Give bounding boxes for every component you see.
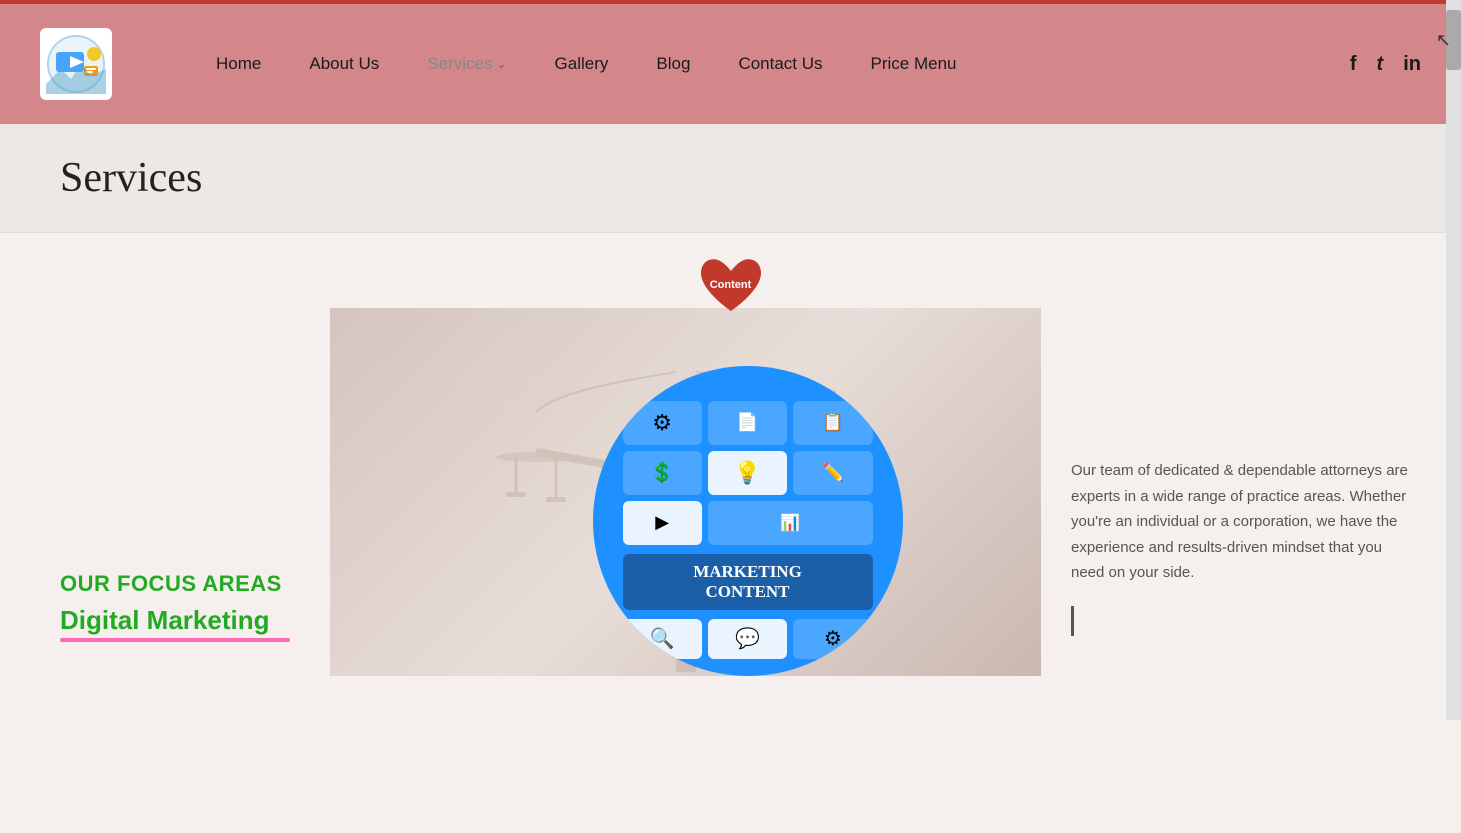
- scrollbar-thumb[interactable]: [1446, 10, 1461, 70]
- center-image-area: ⚙ 📄 📋 💲 💡: [330, 308, 1041, 676]
- header: Home About Us Services ⌄ Gallery Blog Co…: [0, 4, 1461, 124]
- page-title-section: Services: [0, 124, 1461, 233]
- page-title: Services: [60, 154, 1401, 202]
- nav-about[interactable]: About Us: [285, 54, 403, 74]
- marketing-title: MARKETINGCONTENT: [623, 554, 873, 610]
- heart-badge: Content: [696, 253, 766, 318]
- scrollbar[interactable]: [1446, 0, 1461, 720]
- marketing-circle: ⚙ 📄 📋 💲 💡: [593, 366, 903, 676]
- left-panel: OUR FOCUS AREAS Digital Marketing: [0, 308, 330, 676]
- nav-services[interactable]: Services ⌄: [403, 54, 530, 74]
- linkedin-icon[interactable]: in: [1403, 53, 1421, 76]
- heart-badge-container: Content: [0, 233, 1461, 318]
- mc-icon-doc2: 📋: [793, 401, 872, 445]
- nav-blog[interactable]: Blog: [632, 54, 714, 74]
- focus-areas-label: OUR FOCUS AREAS: [60, 571, 290, 597]
- content-area: Content OUR FOCUS AREAS Digital Marketin…: [0, 233, 1461, 833]
- nav-price[interactable]: Price Menu: [847, 54, 981, 74]
- main-content: OUR FOCUS AREAS Digital Marketing: [0, 308, 1461, 676]
- mc-icon-dollar: 💲: [623, 451, 702, 495]
- text-cursor: [1071, 606, 1074, 636]
- nav-contact[interactable]: Contact Us: [714, 54, 846, 74]
- twitter-icon[interactable]: t: [1377, 53, 1384, 76]
- mc-icon-play: ▶: [623, 501, 702, 545]
- mc-icon-gear: ⚙: [623, 401, 702, 445]
- nav-gallery[interactable]: Gallery: [531, 54, 633, 74]
- logo-image: [40, 28, 112, 100]
- social-icons: f t in: [1350, 53, 1421, 76]
- right-description: Our team of dedicated & dependable attor…: [1071, 458, 1411, 586]
- mc-icon-speech: 💬: [708, 619, 787, 659]
- facebook-icon[interactable]: f: [1350, 53, 1357, 76]
- mc-icon-doc: 📄: [708, 401, 787, 445]
- mc-icon-charts: 📊: [708, 501, 873, 545]
- services-chevron-icon: ⌄: [496, 57, 506, 71]
- mc-icon-search: 🔍: [623, 619, 702, 659]
- nav-home[interactable]: Home: [192, 54, 285, 74]
- mc-icon-bulb: 💡: [708, 451, 787, 495]
- logo-wrap[interactable]: [40, 28, 112, 100]
- right-panel: Our team of dedicated & dependable attor…: [1041, 308, 1461, 676]
- mc-icon-gear2: ⚙: [793, 619, 872, 659]
- mc-icon-pen: ✏️: [793, 451, 872, 495]
- focus-sub-label: Digital Marketing: [60, 605, 290, 636]
- main-nav: Home About Us Services ⌄ Gallery Blog Co…: [192, 54, 1350, 74]
- heart-badge-label: Content: [710, 279, 752, 292]
